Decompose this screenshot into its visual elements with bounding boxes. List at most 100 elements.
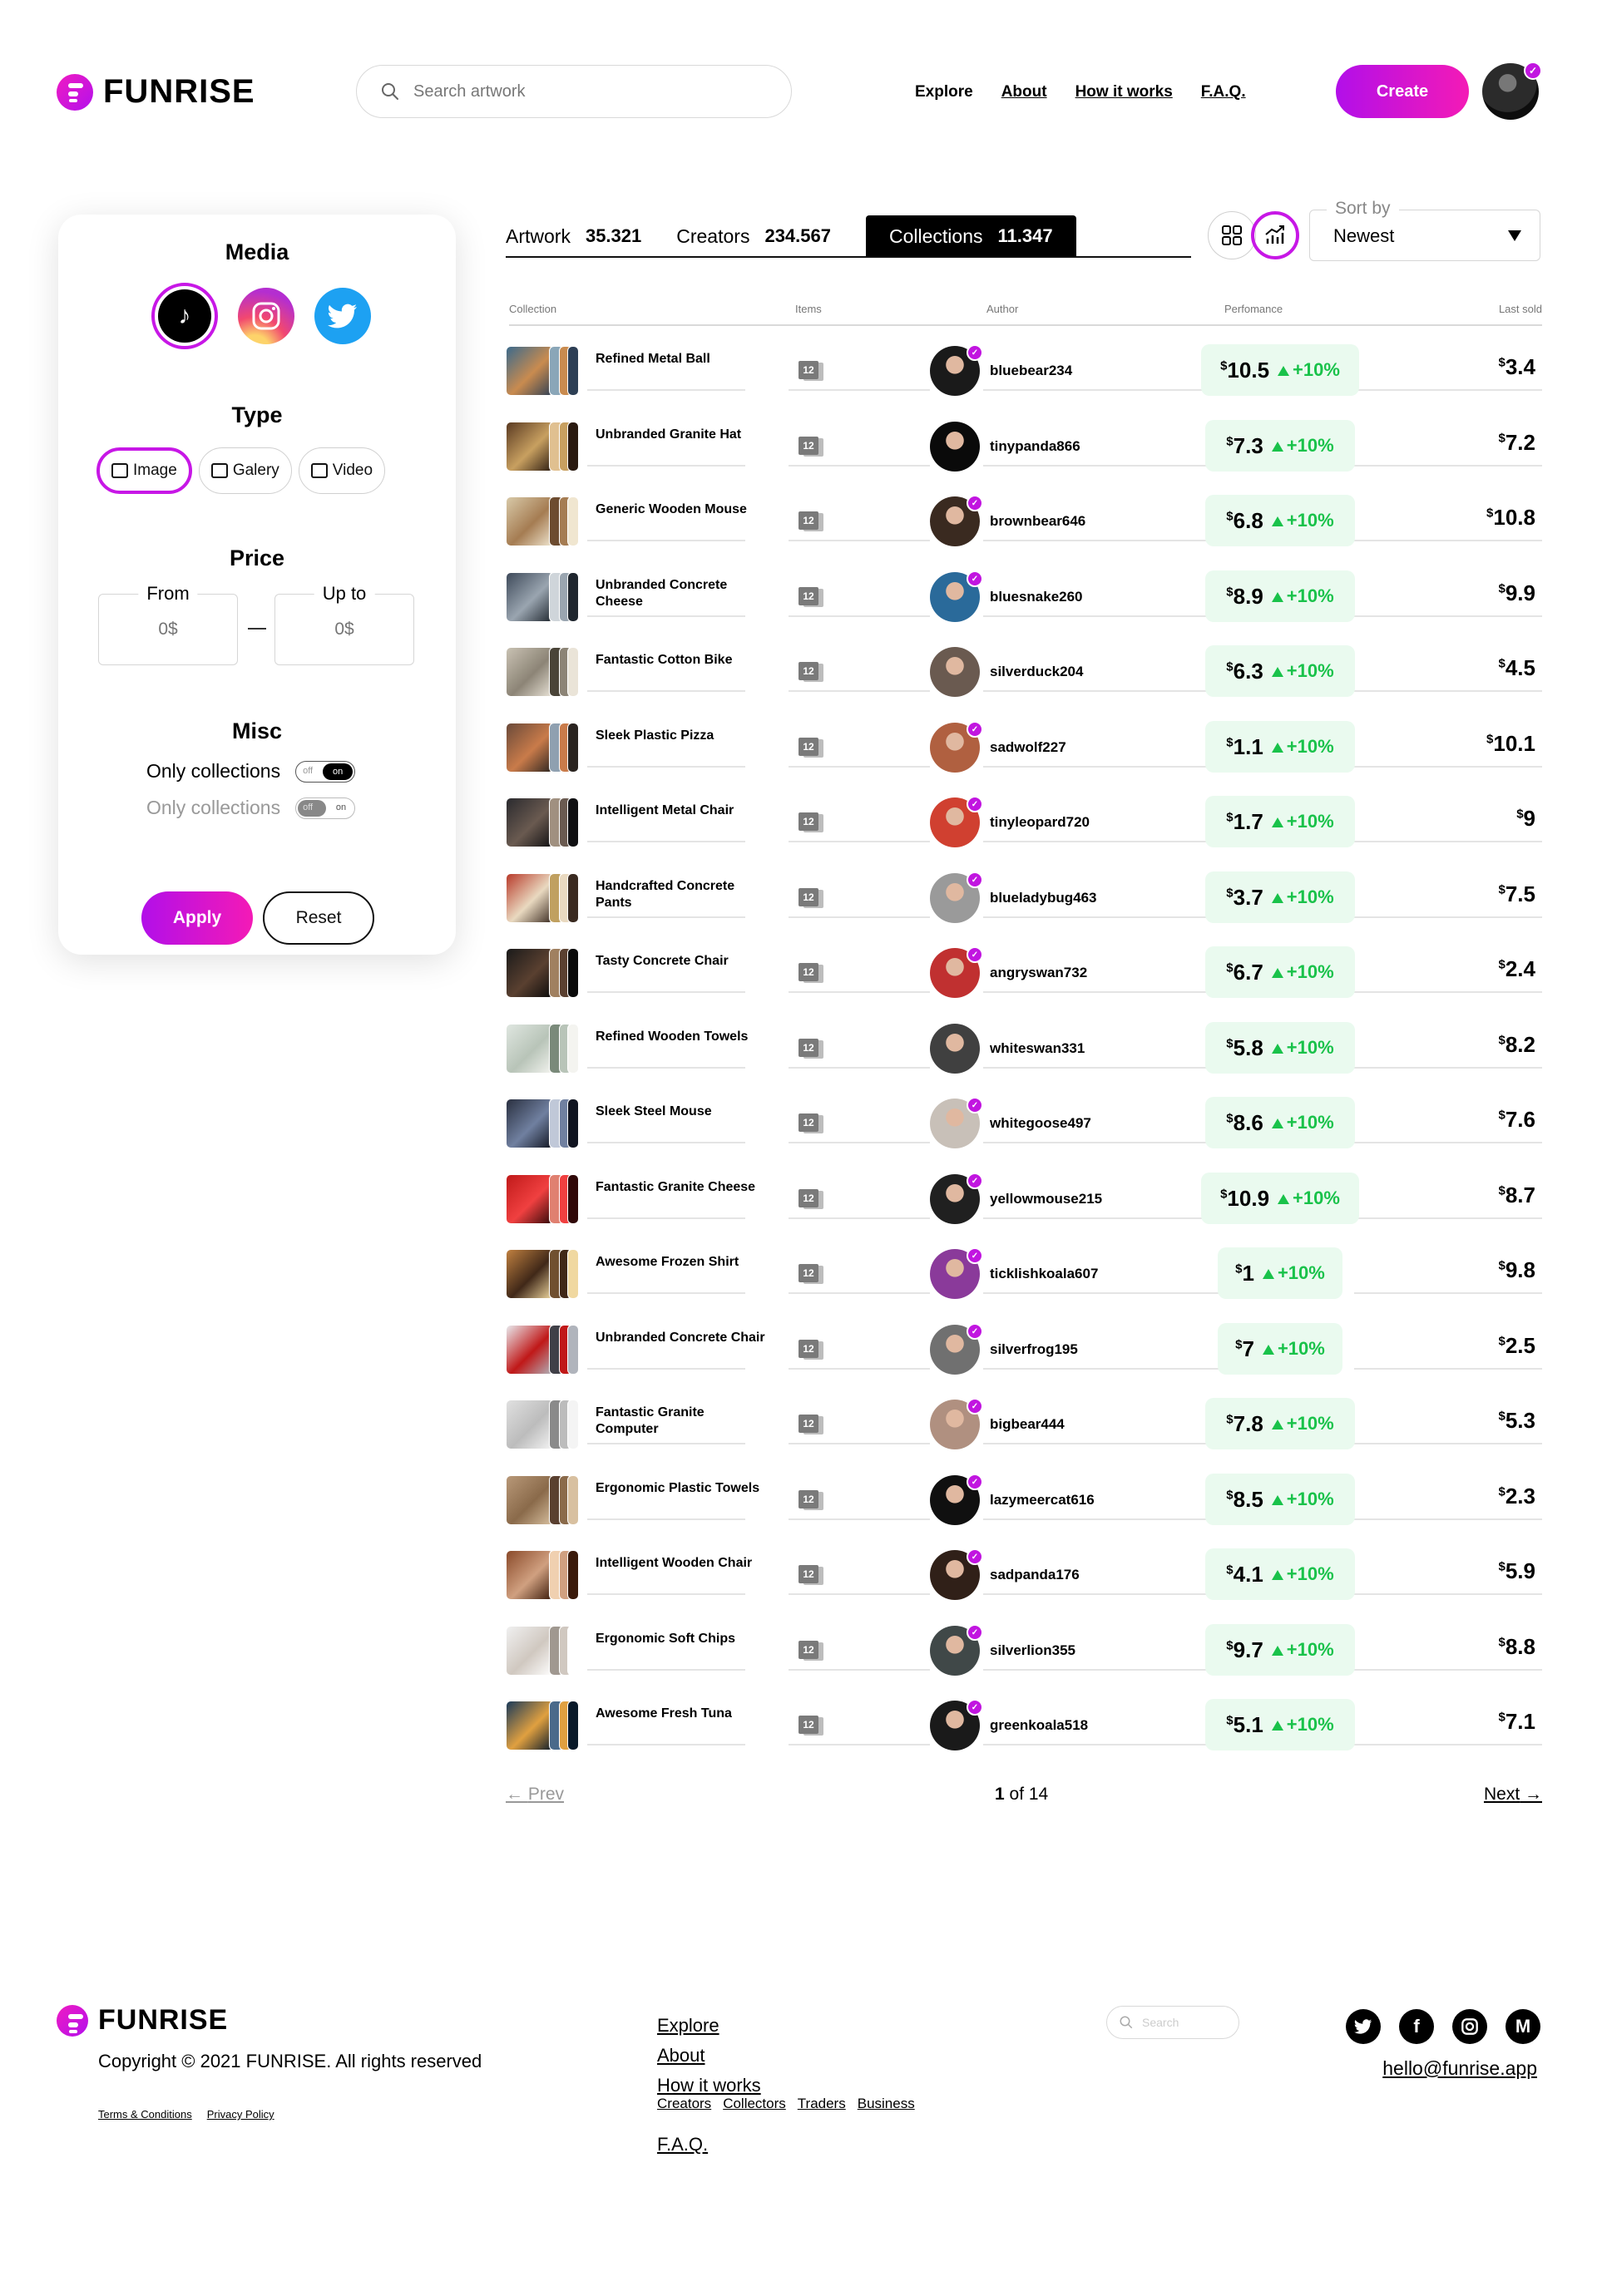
table-row[interactable]: Ergonomic Soft Chips 12 ✓ silverlion355 … [506, 1622, 1542, 1681]
author-name[interactable]: bigbear444 [990, 1416, 1065, 1433]
author-name[interactable]: sadwolf227 [990, 739, 1066, 756]
collection-name[interactable]: Ergonomic Plastic Towels [596, 1480, 770, 1497]
table-row[interactable]: Sleek Steel Mouse 12 ✓ whitegoose497 $8.… [506, 1095, 1542, 1153]
table-row[interactable]: Generic Wooden Mouse 12 ✓ brownbear646 $… [506, 493, 1542, 551]
nav-faq[interactable]: F.A.Q. [1201, 83, 1246, 101]
collection-name[interactable]: Unbranded Granite Hat [596, 427, 770, 443]
table-row[interactable]: Intelligent Metal Chair 12 ✓ tinyleopard… [506, 794, 1542, 852]
author-name[interactable]: whiteswan331 [990, 1040, 1085, 1057]
author-avatar[interactable]: ✓ [930, 946, 983, 998]
author-name[interactable]: tinyleopard720 [990, 814, 1090, 831]
author-avatar[interactable]: ✓ [930, 721, 983, 773]
author-name[interactable]: ticklishkoala607 [990, 1266, 1098, 1282]
type-image-chip[interactable]: Image [96, 447, 192, 494]
price-from-input[interactable] [99, 620, 237, 639]
author-name[interactable]: angryswan732 [990, 965, 1087, 981]
table-row[interactable]: Tasty Concrete Chair 12 ✓ angryswan732 $… [506, 945, 1542, 1003]
contact-email-link[interactable]: hello@funrise.app [1382, 2057, 1537, 2080]
author-name[interactable]: lazymeercat616 [990, 1492, 1095, 1508]
create-button[interactable]: Create [1336, 65, 1469, 118]
author-name[interactable]: silverlion355 [990, 1642, 1075, 1659]
table-row[interactable]: Refined Metal Ball 12 ✓ bluebear234 $10.… [506, 343, 1542, 401]
collection-name[interactable]: Handcrafted Concrete Pants [596, 878, 770, 911]
facebook-icon[interactable]: f [1399, 2009, 1434, 2044]
collection-name[interactable]: Intelligent Wooden Chair [596, 1555, 770, 1572]
stats-view-button[interactable] [1251, 211, 1299, 259]
twitter-icon[interactable] [1346, 2009, 1381, 2044]
author-name[interactable]: greenkoala518 [990, 1717, 1088, 1734]
author-name[interactable]: yellowmouse215 [990, 1191, 1102, 1207]
collection-name[interactable]: Fantastic Cotton Bike [596, 652, 770, 669]
table-row[interactable]: Sleek Plastic Pizza 12 ✓ sadwolf227 $1.1… [506, 719, 1542, 778]
author-name[interactable]: silverfrog195 [990, 1341, 1078, 1358]
tab-artwork[interactable]: Artwork 35.321 [506, 215, 641, 257]
author-name[interactable]: blueladybug463 [990, 890, 1096, 906]
collection-name[interactable]: Sleek Steel Mouse [596, 1104, 770, 1120]
table-row[interactable]: Fantastic Granite Cheese 12 ✓ yellowmous… [506, 1171, 1542, 1229]
table-row[interactable]: Handcrafted Concrete Pants 12 ✓ bluelady… [506, 870, 1542, 928]
grid-view-button[interactable] [1208, 211, 1256, 259]
instagram-icon[interactable] [1452, 2009, 1487, 2044]
author-avatar[interactable]: ✓ [930, 1323, 983, 1375]
collection-name[interactable]: Refined Wooden Towels [596, 1029, 770, 1045]
only-collections-toggle[interactable]: off on [295, 760, 356, 783]
footer-nav-creators[interactable]: Creators [657, 2096, 711, 2112]
table-row[interactable]: Fantastic Granite Computer 12 ✓ bigbear4… [506, 1396, 1542, 1454]
collection-name[interactable]: Awesome Frozen Shirt [596, 1254, 770, 1271]
nav-explore[interactable]: Explore [915, 83, 973, 101]
footer-nav-traders[interactable]: Traders [798, 2096, 846, 2112]
author-name[interactable]: bluesnake260 [990, 589, 1083, 605]
footer-nav-about[interactable]: About [657, 2041, 761, 2071]
table-row[interactable]: Intelligent Wooden Chair 12 ✓ sadpanda17… [506, 1547, 1542, 1605]
reset-button[interactable]: Reset [263, 891, 374, 945]
footer-nav-faq[interactable]: F.A.Q. [657, 2134, 708, 2155]
collection-name[interactable]: Fantastic Granite Cheese [596, 1179, 770, 1196]
author-name[interactable]: whitegoose497 [990, 1115, 1091, 1132]
footer-nav-explore[interactable]: Explore [657, 2011, 761, 2041]
table-row[interactable]: Ergonomic Plastic Towels 12 ✓ lazymeerca… [506, 1472, 1542, 1530]
twitter-icon[interactable] [314, 288, 371, 344]
author-name[interactable]: silverduck204 [990, 664, 1083, 680]
next-page-link[interactable]: Next → [1484, 1785, 1542, 1805]
author-avatar[interactable] [930, 1024, 980, 1074]
medium-icon[interactable]: M [1506, 2009, 1540, 2044]
author-name[interactable]: sadpanda176 [990, 1567, 1080, 1583]
footer-logo[interactable]: FUNRISE [57, 2004, 228, 2037]
nav-about[interactable]: About [1001, 83, 1047, 101]
collection-name[interactable]: Refined Metal Ball [596, 351, 770, 368]
collection-name[interactable]: Tasty Concrete Chair [596, 953, 770, 970]
type-video-chip[interactable]: Video [298, 447, 386, 494]
tab-creators[interactable]: Creators 234.567 [676, 215, 831, 257]
author-avatar[interactable]: ✓ [930, 1474, 983, 1525]
price-to-field[interactable]: Up to [274, 583, 414, 665]
table-row[interactable]: Unbranded Granite Hat 12 tinypanda866 $7… [506, 418, 1542, 476]
collection-name[interactable]: Generic Wooden Mouse [596, 501, 770, 518]
author-name[interactable]: tinypanda866 [990, 438, 1080, 455]
author-avatar[interactable]: ✓ [930, 1699, 983, 1750]
author-avatar[interactable]: ✓ [930, 1624, 983, 1676]
author-avatar[interactable] [930, 422, 980, 472]
apply-button[interactable]: Apply [141, 891, 253, 945]
tab-collections[interactable]: Collections 11.347 [865, 215, 1076, 257]
author-name[interactable]: brownbear646 [990, 513, 1085, 530]
author-name[interactable]: bluebear234 [990, 363, 1072, 379]
table-row[interactable]: Awesome Fresh Tuna 12 ✓ greenkoala518 $5… [506, 1697, 1542, 1755]
table-row[interactable]: Refined Wooden Towels 12 whiteswan331 $5… [506, 1020, 1542, 1079]
price-to-input[interactable] [275, 620, 413, 639]
collection-name[interactable]: Ergonomic Soft Chips [596, 1631, 770, 1647]
tiktok-icon[interactable]: ♪ [151, 283, 218, 349]
user-avatar[interactable]: ✓ [1482, 62, 1542, 120]
table-row[interactable]: Awesome Frozen Shirt 12 ✓ ticklishkoala6… [506, 1246, 1542, 1304]
terms-link[interactable]: Terms & Conditions [98, 2108, 192, 2121]
author-avatar[interactable]: ✓ [930, 871, 983, 923]
author-avatar[interactable]: ✓ [930, 1173, 983, 1224]
type-galery-chip[interactable]: Galery [198, 447, 292, 494]
collection-name[interactable]: Fantastic Granite Computer [596, 1405, 770, 1438]
collection-name[interactable]: Awesome Fresh Tuna [596, 1706, 770, 1722]
brand-logo[interactable]: FUNRISE [57, 73, 255, 111]
author-avatar[interactable]: ✓ [930, 344, 983, 396]
author-avatar[interactable]: ✓ [930, 1548, 983, 1600]
author-avatar[interactable]: ✓ [930, 1097, 983, 1148]
footer-nav-business[interactable]: Business [858, 2096, 915, 2112]
footer-nav-collectors[interactable]: Collectors [723, 2096, 786, 2112]
